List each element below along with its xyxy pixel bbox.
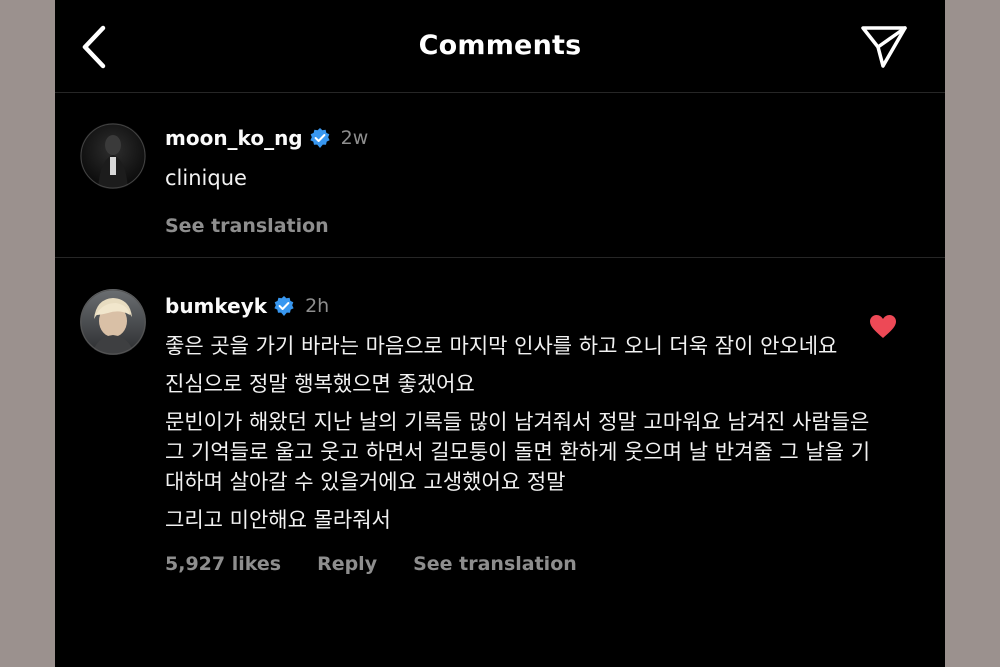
- username[interactable]: bumkeyk: [165, 294, 267, 318]
- see-translation-link[interactable]: See translation: [165, 215, 875, 237]
- verified-badge-icon: [309, 127, 331, 149]
- see-translation-link[interactable]: See translation: [413, 553, 577, 575]
- comment-body: moon_ko_ng 2w clinique See translation: [165, 123, 875, 237]
- heart-filled-icon: [870, 315, 896, 338]
- avatar[interactable]: [80, 289, 146, 355]
- avatar-photo: [80, 289, 146, 355]
- timestamp: 2w: [340, 127, 369, 149]
- comment-paragraph: 진심으로 정말 행복했으면 좋겠어요: [165, 372, 475, 396]
- comments-screen: Comments moon_ko_ng 2w clinique See tran…: [55, 0, 945, 667]
- page-title: Comments: [418, 30, 582, 61]
- comment-meta: bumkeyk 2h: [165, 291, 875, 321]
- reply-button[interactable]: Reply: [317, 553, 377, 575]
- comment-item: bumkeyk 2h 좋은 곳을 가기 바라는 마음으로 마지막 인사를 하고 …: [55, 258, 945, 667]
- comment-item: moon_ko_ng 2w clinique See translation: [55, 93, 945, 258]
- comment-meta: moon_ko_ng 2w: [165, 123, 875, 153]
- likes-count[interactable]: 5,927 likes: [165, 553, 281, 575]
- timestamp: 2h: [305, 295, 330, 317]
- like-button[interactable]: [869, 314, 897, 340]
- comment-body: bumkeyk 2h 좋은 곳을 가기 바라는 마음으로 마지막 인사를 하고 …: [165, 291, 875, 575]
- share-button[interactable]: [859, 22, 909, 72]
- paper-plane-icon: [861, 26, 907, 68]
- comment-actions: 5,927 likes Reply See translation: [165, 553, 875, 575]
- comment-text: clinique: [165, 166, 247, 190]
- avatar-photo: [80, 123, 146, 189]
- comment-paragraph: 좋은 곳을 가기 바라는 마음으로 마지막 인사를 하고 오니 더욱 잠이 안오…: [165, 334, 838, 358]
- avatar[interactable]: [80, 123, 146, 189]
- username[interactable]: moon_ko_ng: [165, 126, 303, 150]
- comment-paragraph: 문빈이가 해왔던 지난 날의 기록들 많이 남겨줘서 정말 고마워요 남겨진 사…: [165, 410, 871, 494]
- comment-text: 좋은 곳을 가기 바라는 마음으로 마지막 인사를 하고 오니 더욱 잠이 안오…: [165, 331, 875, 535]
- verified-badge-icon: [273, 295, 295, 317]
- comment-paragraph: 그리고 미안해요 몰라줘서: [165, 508, 391, 532]
- header-bar: Comments: [55, 0, 945, 93]
